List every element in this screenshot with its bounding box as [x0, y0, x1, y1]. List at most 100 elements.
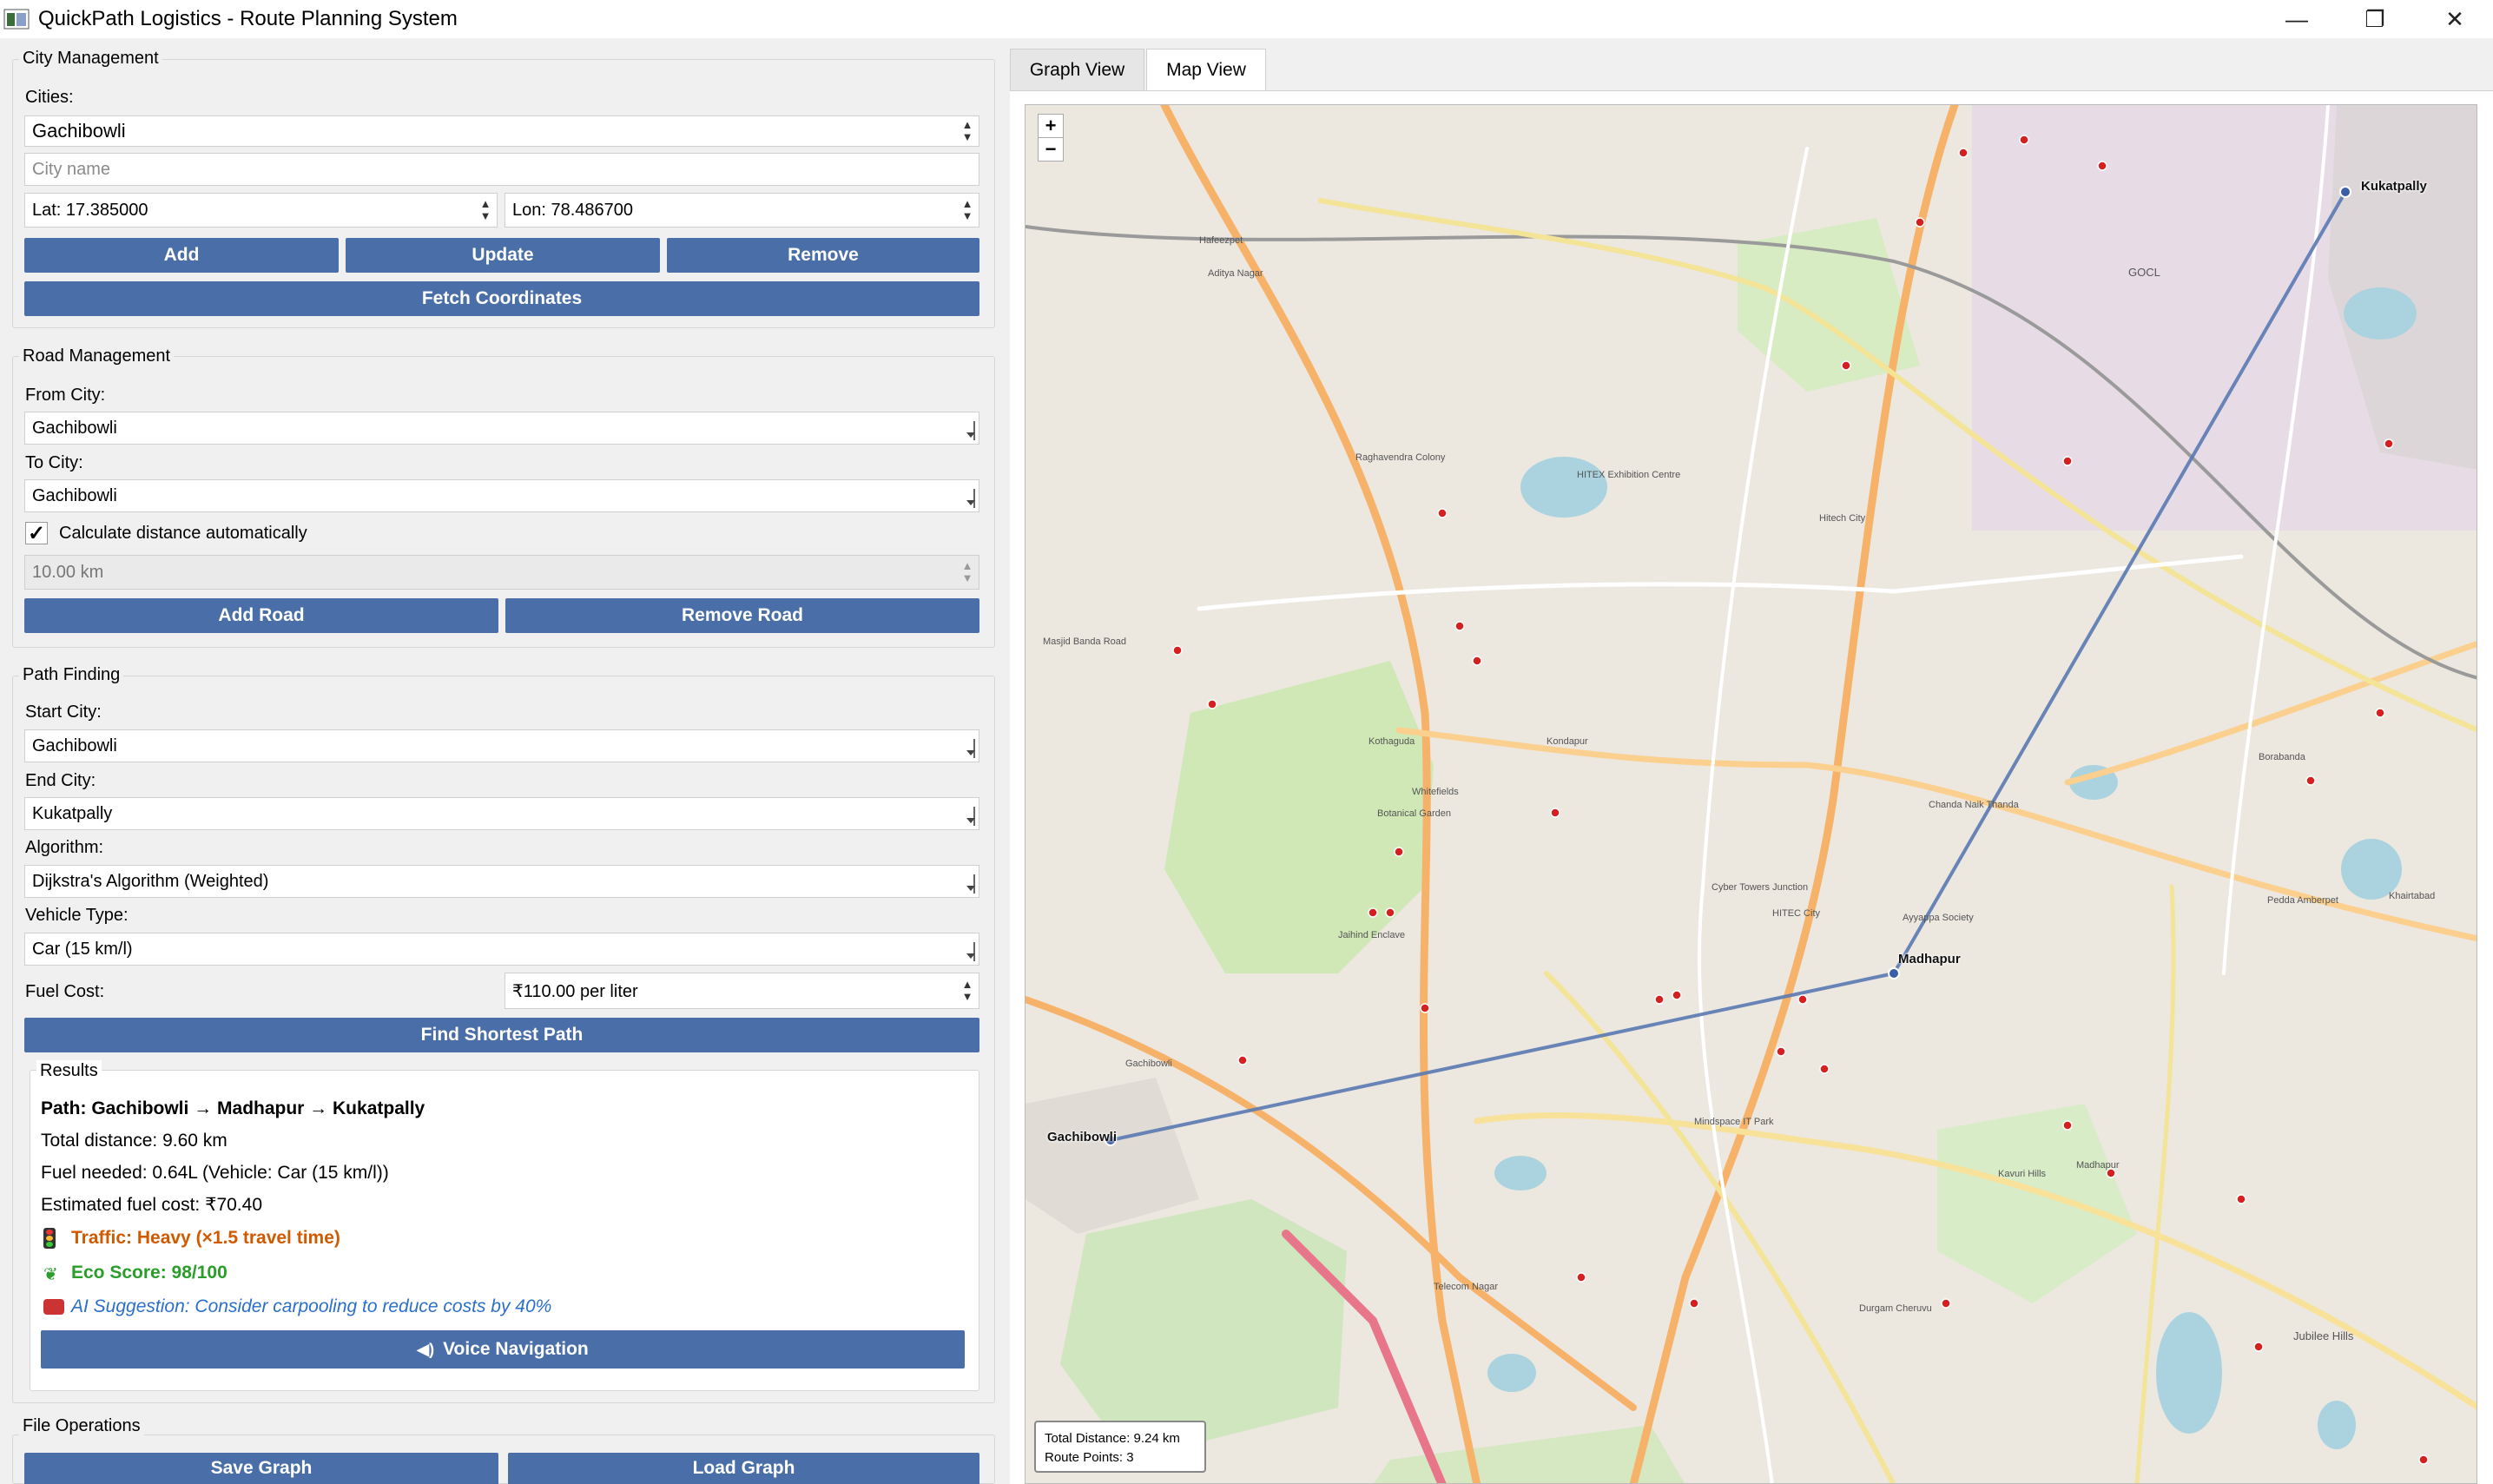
cities-list[interactable]: Gachibowli ▲ ▼ — [24, 115, 979, 147]
cities-list-selected: Gachibowli — [32, 120, 126, 142]
map-label: Mindspace IT Park — [1694, 1117, 1774, 1127]
seedling-icon: ❦ — [43, 1265, 58, 1284]
file-operations-title: File Operations — [19, 1415, 144, 1436]
road-management-title: Road Management — [19, 346, 175, 366]
cities-label: Cities: — [25, 88, 74, 107]
remove-road-button[interactable]: Remove Road — [505, 598, 979, 633]
chevron-down-icon — [965, 874, 975, 894]
add-road-button[interactable]: Add Road — [24, 598, 498, 633]
minimize-button[interactable]: — — [2266, 0, 2327, 38]
maximize-button[interactable]: ❐ — [2345, 0, 2405, 38]
from-city-value: Gachibowli — [32, 418, 117, 438]
result-fuel: Fuel needed: 0.64L (Vehicle: Car (15 km/… — [41, 1163, 389, 1183]
map-label: Gachibowli — [1125, 1059, 1172, 1069]
map-label: Hafeezpet — [1199, 235, 1243, 246]
save-graph-button[interactable]: Save Graph — [24, 1453, 498, 1484]
map-label: Botanical Garden — [1377, 808, 1451, 819]
map-city-label-mid: Madhapur — [1898, 952, 1961, 966]
fetch-coordinates-button[interactable]: Fetch Coordinates — [24, 281, 979, 316]
path-finding-title: Path Finding — [19, 664, 124, 685]
distance-spinbox[interactable]: 10.00 km ▲ ▼ — [24, 555, 979, 590]
result-cost: Estimated fuel cost: ₹70.40 — [41, 1195, 262, 1215]
end-city-select[interactable]: Kukatpally — [24, 797, 979, 830]
list-scroll-arrows[interactable]: ▲ ▼ — [958, 118, 977, 144]
map-city-label-start: Gachibowli — [1047, 1130, 1118, 1144]
chevron-down-icon — [965, 739, 975, 758]
end-city-value: Kukatpally — [32, 803, 113, 823]
remove-city-button[interactable]: Remove — [667, 238, 979, 273]
map-label: HITEX Exhibition Centre — [1577, 470, 1681, 480]
auto-distance-checkbox[interactable]: ✓ — [25, 522, 48, 545]
result-eco-score: Eco Score: 98/100 — [71, 1263, 228, 1283]
route-total-distance: Total Distance: 9.24 km — [1045, 1431, 1180, 1446]
map-city-label-end: Kukatpally — [2361, 179, 2427, 194]
distance-stepper[interactable]: ▲ ▼ — [958, 557, 977, 587]
map-label: Kothaguda — [1369, 736, 1415, 747]
longitude-spinbox[interactable]: Lon: 78.486700 ▲ ▼ — [505, 193, 979, 228]
zoom-out-button[interactable]: − — [1038, 137, 1064, 162]
longitude-stepper[interactable]: ▲ ▼ — [958, 195, 977, 225]
to-city-select[interactable]: Gachibowli — [24, 479, 979, 512]
map-view[interactable]: Hafeezpet Aditya Nagar Kondapur Kothagud… — [1025, 104, 2477, 1484]
vehicle-type-value: Car (15 km/l) — [32, 939, 133, 959]
chevron-down-icon — [965, 942, 975, 961]
voice-navigation-label: Voice Navigation — [443, 1339, 589, 1359]
result-path: Path: Gachibowli → Madhapur → Kukatpally — [41, 1098, 425, 1118]
end-city-label: End City: — [25, 771, 96, 790]
from-city-select[interactable]: Gachibowli — [24, 412, 979, 445]
chevron-down-icon — [965, 807, 975, 826]
map-label: Masjid Banda Road — [1043, 636, 1127, 647]
fuel-cost-spinbox[interactable]: ₹110.00 per liter ▲ ▼ — [505, 973, 979, 1009]
from-city-label: From City: — [25, 386, 106, 405]
to-city-value: Gachibowli — [32, 485, 117, 505]
find-shortest-path-button[interactable]: Find Shortest Path — [24, 1018, 979, 1052]
chevron-down-icon — [965, 489, 975, 508]
city-name-input[interactable]: City name — [24, 153, 979, 186]
city-name-placeholder: City name — [32, 159, 111, 179]
start-city-value: Gachibowli — [32, 735, 117, 755]
result-distance: Total distance: 9.60 km — [41, 1131, 228, 1151]
zoom-in-button[interactable]: + — [1038, 114, 1064, 138]
map-background[interactable] — [1026, 105, 2477, 1484]
tab-map-view[interactable]: Map View — [1146, 49, 1266, 90]
app-icon — [3, 8, 30, 30]
fuel-cost-stepper[interactable]: ▲ ▼ — [958, 975, 977, 1006]
map-label: Aditya Nagar — [1208, 268, 1263, 279]
window-title: QuickPath Logistics - Route Planning Sys… — [38, 7, 458, 30]
load-graph-button[interactable]: Load Graph — [508, 1453, 979, 1484]
algorithm-select[interactable]: Dijkstra's Algorithm (Weighted) — [24, 865, 979, 898]
update-city-button[interactable]: Update — [346, 238, 660, 273]
map-label: Kavuri Hills — [1998, 1169, 2047, 1179]
latitude-spinbox[interactable]: Lat: 17.385000 ▲ ▼ — [24, 193, 498, 228]
map-label: Jaihind Enclave — [1338, 930, 1406, 940]
map-label: Jubilee Hills — [2293, 1329, 2354, 1342]
start-city-label: Start City: — [25, 702, 102, 722]
map-label: GOCL — [2128, 266, 2160, 279]
distance-value: 10.00 km — [32, 562, 104, 582]
to-city-label: To City: — [25, 453, 83, 472]
map-label: Ayyappa Society — [1903, 913, 1974, 923]
traffic-light-icon — [43, 1228, 56, 1249]
map-label: Raghavendra Colony — [1355, 452, 1446, 463]
add-city-button[interactable]: Add — [24, 238, 339, 273]
algorithm-value: Dijkstra's Algorithm (Weighted) — [32, 871, 269, 891]
map-label: Borabanda — [2259, 752, 2305, 762]
close-button[interactable]: ✕ — [2424, 0, 2485, 38]
vehicle-type-select[interactable]: Car (15 km/l) — [24, 933, 979, 966]
latitude-value: Lat: 17.385000 — [32, 200, 148, 220]
tab-graph-view[interactable]: Graph View — [1010, 49, 1144, 90]
results-title: Results — [36, 1060, 102, 1081]
title-bar: QuickPath Logistics - Route Planning Sys… — [0, 0, 2493, 38]
vehicle-type-label: Vehicle Type: — [25, 906, 129, 925]
latitude-stepper[interactable]: ▲ ▼ — [476, 195, 495, 225]
map-label: HITEC City — [1772, 908, 1820, 919]
algorithm-label: Algorithm: — [25, 838, 104, 857]
fuel-cost-label: Fuel Cost: — [25, 982, 105, 1001]
city-management-title: City Management — [19, 48, 162, 69]
map-label: Hitech City — [1819, 513, 1866, 524]
map-label: Pedda Amberpet — [2267, 895, 2338, 906]
voice-navigation-button[interactable]: ◀) Voice Navigation — [41, 1330, 965, 1369]
start-city-select[interactable]: Gachibowli — [24, 729, 979, 762]
result-ai-suggestion: AI Suggestion: Consider carpooling to re… — [71, 1296, 552, 1316]
map-label: Whitefields — [1412, 787, 1459, 797]
